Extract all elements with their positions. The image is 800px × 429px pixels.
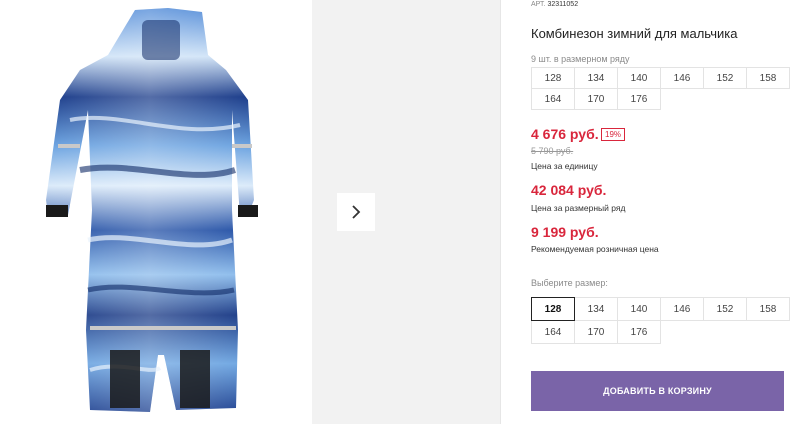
old-price: 5 790 руб.: [531, 146, 574, 156]
pack-size-cell: 128: [531, 67, 575, 89]
article-label: АРТ.: [531, 1, 546, 8]
pack-note: 9 шт. в размерном ряду: [531, 54, 630, 64]
pack-size-cell: 134: [574, 67, 618, 89]
article-value: 32311052: [547, 1, 579, 8]
pack-size-cell: 146: [660, 67, 704, 89]
discount-badge: 19%: [601, 128, 626, 141]
size-option[interactable]: 146: [660, 297, 704, 321]
pack-size-grid: 128 134 140 146 152 158 164 170 176: [531, 67, 790, 110]
size-option[interactable]: 158: [746, 297, 790, 321]
add-to-cart-button[interactable]: ДОБАВИТЬ В КОРЗИНУ: [531, 371, 784, 411]
product-title: Комбинезон зимний для мальчика: [531, 26, 738, 41]
article-number: АРТ. 32311052: [531, 1, 578, 8]
size-option[interactable]: 134: [574, 297, 618, 321]
pack-size-cell: 170: [574, 88, 618, 110]
pack-size-cell: 164: [531, 88, 575, 110]
pack-size-cell: 176: [617, 88, 661, 110]
unit-price: 4 676 руб.: [531, 126, 599, 142]
pack-price-caption: Цена за размерный ряд: [531, 203, 626, 213]
size-option[interactable]: 152: [703, 297, 747, 321]
rrp-price: 9 199 руб.: [531, 224, 599, 240]
size-option[interactable]: 176: [617, 320, 661, 344]
size-option[interactable]: 164: [531, 320, 575, 344]
pack-size-cell: 140: [617, 67, 661, 89]
size-selector: 128 134 140 146 152 158 164 170 176: [531, 297, 790, 344]
unit-price-caption: Цена за единицу: [531, 161, 598, 171]
choose-size-label: Выберите размер:: [531, 278, 608, 288]
size-option[interactable]: 170: [574, 320, 618, 344]
chevron-right-icon: [352, 205, 361, 219]
product-image[interactable]: [0, 0, 312, 424]
pack-price: 42 084 руб.: [531, 182, 607, 198]
product-image-area: [0, 0, 312, 424]
size-option-selected[interactable]: 128: [531, 297, 575, 321]
pack-size-cell: 152: [703, 67, 747, 89]
size-option[interactable]: 140: [617, 297, 661, 321]
next-image-button[interactable]: [337, 193, 375, 231]
rrp-price-caption: Рекомендуемая розничная цена: [531, 244, 659, 254]
pack-size-cell: 158: [746, 67, 790, 89]
